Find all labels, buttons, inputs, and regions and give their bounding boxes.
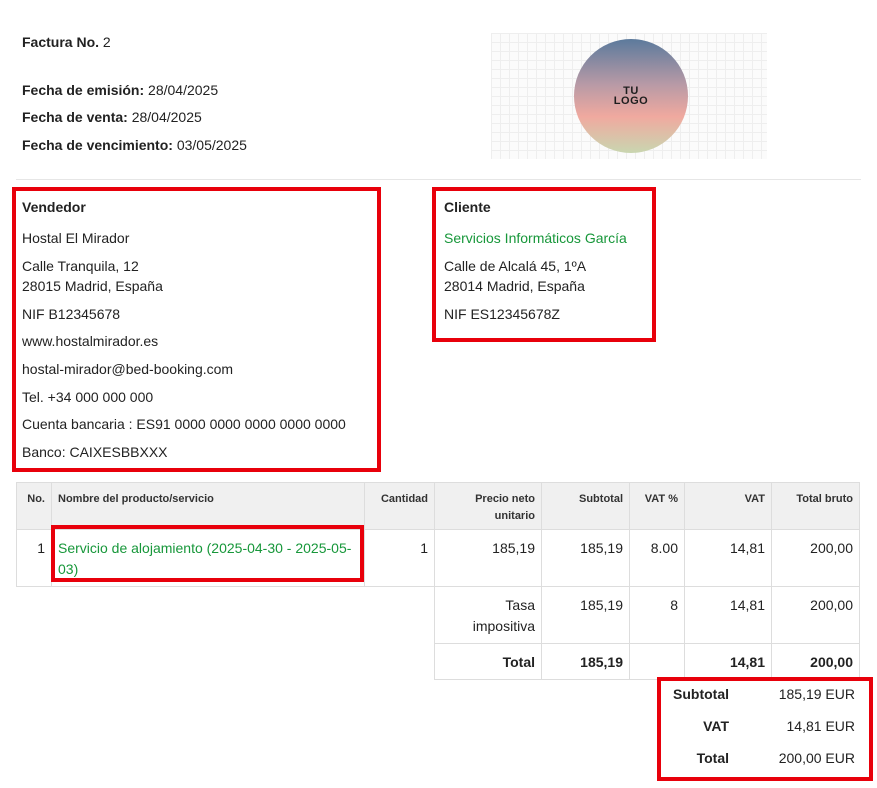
total-row-gross: 200,00: [771, 643, 860, 680]
client-name: Servicios Informáticos García: [444, 230, 627, 246]
row-vat: 14,81: [684, 529, 772, 587]
blank-cell: [17, 587, 52, 644]
col-header-vat-pct: VAT %: [629, 482, 685, 530]
tax-rate-gross: 200,00: [771, 586, 860, 644]
tax-rate-subtotal: 185,19: [541, 586, 630, 644]
total-row-rate: [629, 643, 685, 680]
client-title: Cliente: [444, 199, 491, 215]
summary-subtotal-label: Subtotal: [673, 686, 729, 702]
seller-name: Hostal El Mirador: [22, 230, 130, 246]
blank-cell: [17, 644, 52, 680]
col-header-unit-price: Precio neto unitario: [434, 482, 542, 530]
product-highlight-box: [51, 525, 364, 582]
blank-cell: [365, 587, 435, 644]
seller-bank: Banco: CAIXESBBXXX: [22, 444, 168, 460]
invoice-number: Factura No. 2: [22, 33, 111, 51]
seller-bank-account: Cuenta bancaria : ES91 0000 0000 0000 00…: [22, 416, 346, 432]
sale-date: Fecha de venta: 28/04/2025: [22, 108, 202, 126]
summary-total-label: Total: [696, 750, 729, 766]
col-header-no: No.: [16, 482, 52, 530]
row-unit-price: 185,19: [434, 529, 542, 587]
summary-total-value: 200,00 EUR: [778, 750, 855, 766]
logo-text: TU LOGO: [613, 85, 649, 107]
seller-website: www.hostalmirador.es: [22, 333, 159, 349]
invoice-number-value: 2: [102, 34, 111, 50]
tax-rate-row: Tasa impositiva 185,19 8 14,81 200,00: [17, 586, 860, 644]
blank-cell: [52, 644, 365, 680]
summary-vat: VAT 14,81 EUR: [661, 718, 869, 740]
row-vat-pct: 8.00: [629, 529, 685, 587]
summary-vat-label: VAT: [703, 718, 729, 734]
due-date-value: 03/05/2025: [176, 137, 247, 153]
total-row-subtotal: 185,19: [541, 643, 630, 680]
issue-date: Fecha de emisión: 28/04/2025: [22, 81, 218, 99]
table-header-row: No. Nombre del producto/servicio Cantida…: [16, 482, 860, 530]
logo-placeholder: TU LOGO: [491, 33, 767, 159]
summary-subtotal-value: 185,19 EUR: [778, 686, 855, 702]
client-nif: NIF ES12345678Z: [444, 306, 560, 322]
sale-date-label: Fecha de venta:: [22, 109, 128, 125]
row-gross: 200,00: [771, 529, 860, 587]
seller-city: 28015 Madrid, España: [22, 278, 163, 294]
total-row-vat: 14,81: [684, 643, 772, 680]
logo-circle: TU LOGO: [574, 39, 688, 153]
seller-email: hostal-mirador@bed-booking.com: [22, 361, 234, 377]
seller-title: Vendedor: [22, 199, 86, 215]
summary-subtotal: Subtotal 185,19 EUR: [661, 686, 869, 708]
tax-rate-vat: 14,81: [684, 586, 772, 644]
seller-street: Calle Tranquila, 12: [22, 258, 139, 274]
header-divider: [16, 179, 861, 180]
col-header-qty: Cantidad: [364, 482, 435, 530]
issue-date-value: 28/04/2025: [148, 82, 219, 98]
seller-nif: NIF B12345678: [22, 306, 121, 322]
row-qty: 1: [364, 529, 435, 587]
due-date: Fecha de vencimiento: 03/05/2025: [22, 136, 247, 154]
tax-rate-value: 8: [629, 586, 685, 644]
col-header-name: Nombre del producto/servicio: [51, 482, 365, 530]
client-city: 28014 Madrid, España: [444, 278, 585, 294]
sale-date-value: 28/04/2025: [131, 109, 202, 125]
invoice-number-label: Factura No.: [22, 34, 100, 50]
tax-rate-label: Tasa impositiva: [434, 586, 542, 644]
total-row-label: Total: [434, 643, 542, 680]
summary-vat-value: 14,81 EUR: [786, 718, 855, 734]
row-subtotal: 185,19: [541, 529, 630, 587]
due-date-label: Fecha de vencimiento:: [22, 137, 173, 153]
col-header-gross: Total bruto: [771, 482, 860, 530]
blank-cell: [52, 587, 365, 644]
summary-total: Total 200,00 EUR: [661, 750, 869, 772]
blank-cell: [365, 644, 435, 680]
issue-date-label: Fecha de emisión:: [22, 82, 145, 98]
table-total-row: Total 185,19 14,81 200,00: [17, 643, 860, 680]
row-no: 1: [16, 529, 52, 587]
col-header-subtotal: Subtotal: [541, 482, 630, 530]
client-street: Calle de Alcalá 45, 1ºA: [444, 258, 587, 274]
col-header-vat: VAT: [684, 482, 772, 530]
seller-phone: Tel. +34 000 000 000: [22, 389, 154, 405]
